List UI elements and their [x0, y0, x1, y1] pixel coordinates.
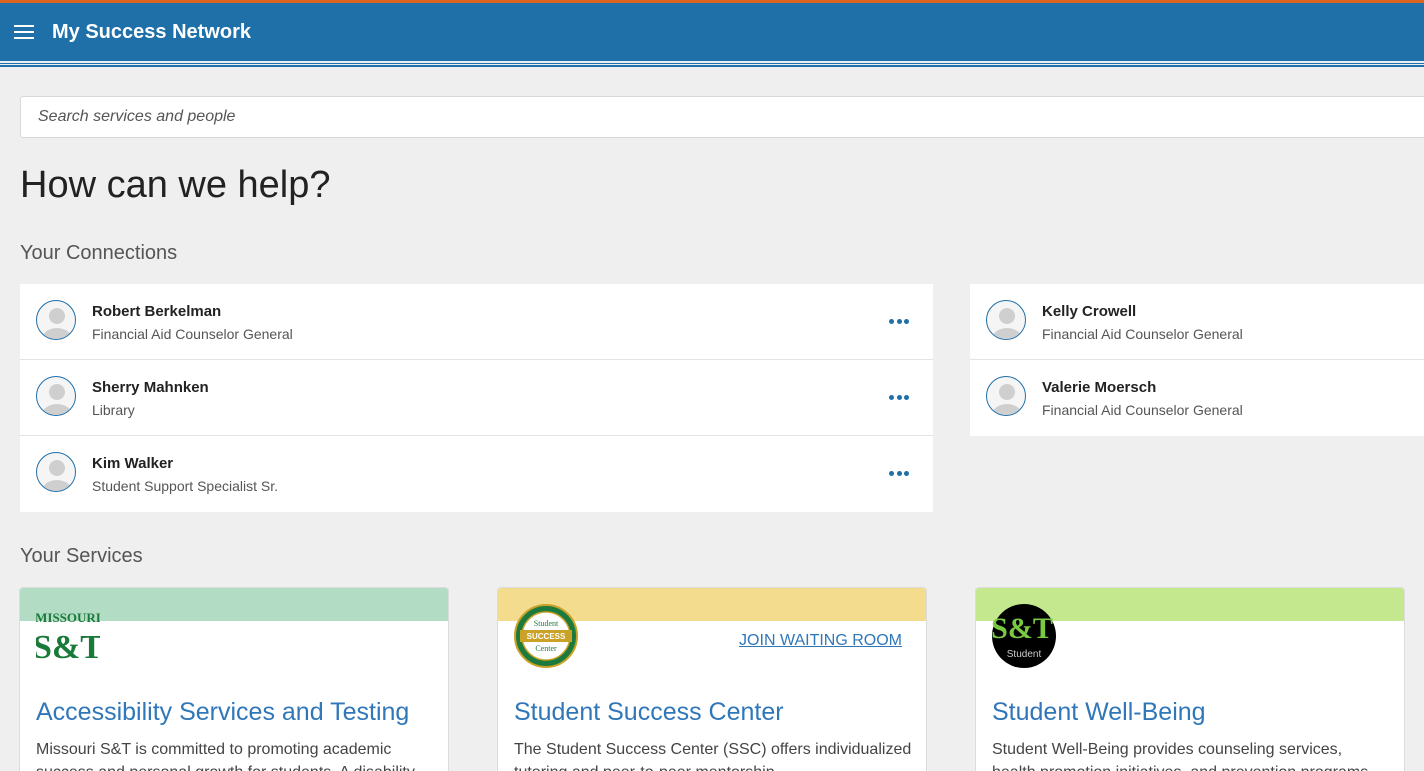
- missouri-st-logo-icon: MISSOURI S&T: [33, 604, 103, 668]
- more-options-icon[interactable]: [889, 390, 909, 404]
- service-description: Missouri S&T is committed to promoting a…: [36, 741, 415, 771]
- join-waiting-room-link[interactable]: JOIN WAITING ROOM: [739, 632, 902, 650]
- service-card-well-being[interactable]: S&T Student Student Well-Being Student W…: [975, 587, 1405, 771]
- more-options-icon[interactable]: [889, 466, 909, 480]
- seal-text-bottom: Center: [535, 644, 557, 653]
- seal-text-top: Student: [534, 619, 559, 628]
- service-description: The Student Success Center (SSC) offers …: [514, 741, 912, 771]
- connection-name: Robert Berkelman: [92, 303, 222, 320]
- more-options-icon[interactable]: [889, 314, 909, 328]
- connection-role: Library: [92, 402, 135, 418]
- connection-role: Financial Aid Counselor General: [1042, 326, 1243, 342]
- top-app-bar: My Success Network: [0, 0, 1424, 67]
- services-heading: Your Services: [20, 545, 143, 567]
- page-title: How can we help?: [20, 164, 331, 206]
- seal-text-main: SUCCESS: [527, 632, 566, 641]
- well-being-logo-icon: S&T Student: [991, 604, 1056, 668]
- search-input[interactable]: [20, 96, 1424, 138]
- connection-name: Kelly Crowell: [1042, 303, 1137, 320]
- connection-role: Financial Aid Counselor General: [92, 326, 293, 342]
- connections-list-left: Robert Berkelman Financial Aid Counselor…: [20, 284, 933, 512]
- service-title[interactable]: Accessibility Services and Testing: [36, 698, 409, 727]
- success-center-seal-icon: Student SUCCESS Center: [514, 604, 578, 668]
- service-card-success-center[interactable]: Student SUCCESS Center JOIN WAITING ROOM…: [497, 587, 927, 771]
- connection-role: Student Support Specialist Sr.: [92, 478, 278, 494]
- connection-name: Valerie Moersch: [1042, 379, 1157, 396]
- connection-role: Financial Aid Counselor General: [1042, 402, 1243, 418]
- logo-text-bottom: Student: [1007, 649, 1042, 660]
- connection-name: Sherry Mahnken: [92, 379, 209, 396]
- connection-row[interactable]: Sherry Mahnken Library: [20, 360, 933, 436]
- avatar-icon: [986, 300, 1026, 340]
- connection-row[interactable]: Valerie Moersch Financial Aid Counselor …: [970, 360, 1424, 436]
- app-title: My Success Network: [52, 21, 251, 43]
- avatar-icon: [36, 376, 76, 416]
- connection-name: Kim Walker: [92, 455, 174, 472]
- connection-row[interactable]: Kelly Crowell Financial Aid Counselor Ge…: [970, 284, 1424, 360]
- avatar-icon: [36, 300, 76, 340]
- connection-row[interactable]: Kim Walker Student Support Specialist Sr…: [20, 436, 933, 512]
- avatar-icon: [986, 376, 1026, 416]
- avatar-icon: [36, 452, 76, 492]
- service-card-accessibility[interactable]: MISSOURI S&T Accessibility Services and …: [19, 587, 449, 771]
- connections-list-right: Kelly Crowell Financial Aid Counselor Ge…: [970, 284, 1424, 436]
- service-title[interactable]: Student Well-Being: [992, 698, 1206, 727]
- header-divider: [0, 61, 1424, 63]
- hamburger-menu-icon[interactable]: [14, 25, 34, 41]
- service-description: Student Well-Being provides counseling s…: [992, 741, 1368, 771]
- logo-text-top: MISSOURI: [36, 610, 100, 625]
- logo-text-main: S&T: [992, 612, 1053, 645]
- service-title[interactable]: Student Success Center: [514, 698, 784, 727]
- connection-row[interactable]: Robert Berkelman Financial Aid Counselor…: [20, 284, 933, 360]
- logo-text-main: S&T: [36, 629, 100, 666]
- connections-heading: Your Connections: [20, 242, 178, 264]
